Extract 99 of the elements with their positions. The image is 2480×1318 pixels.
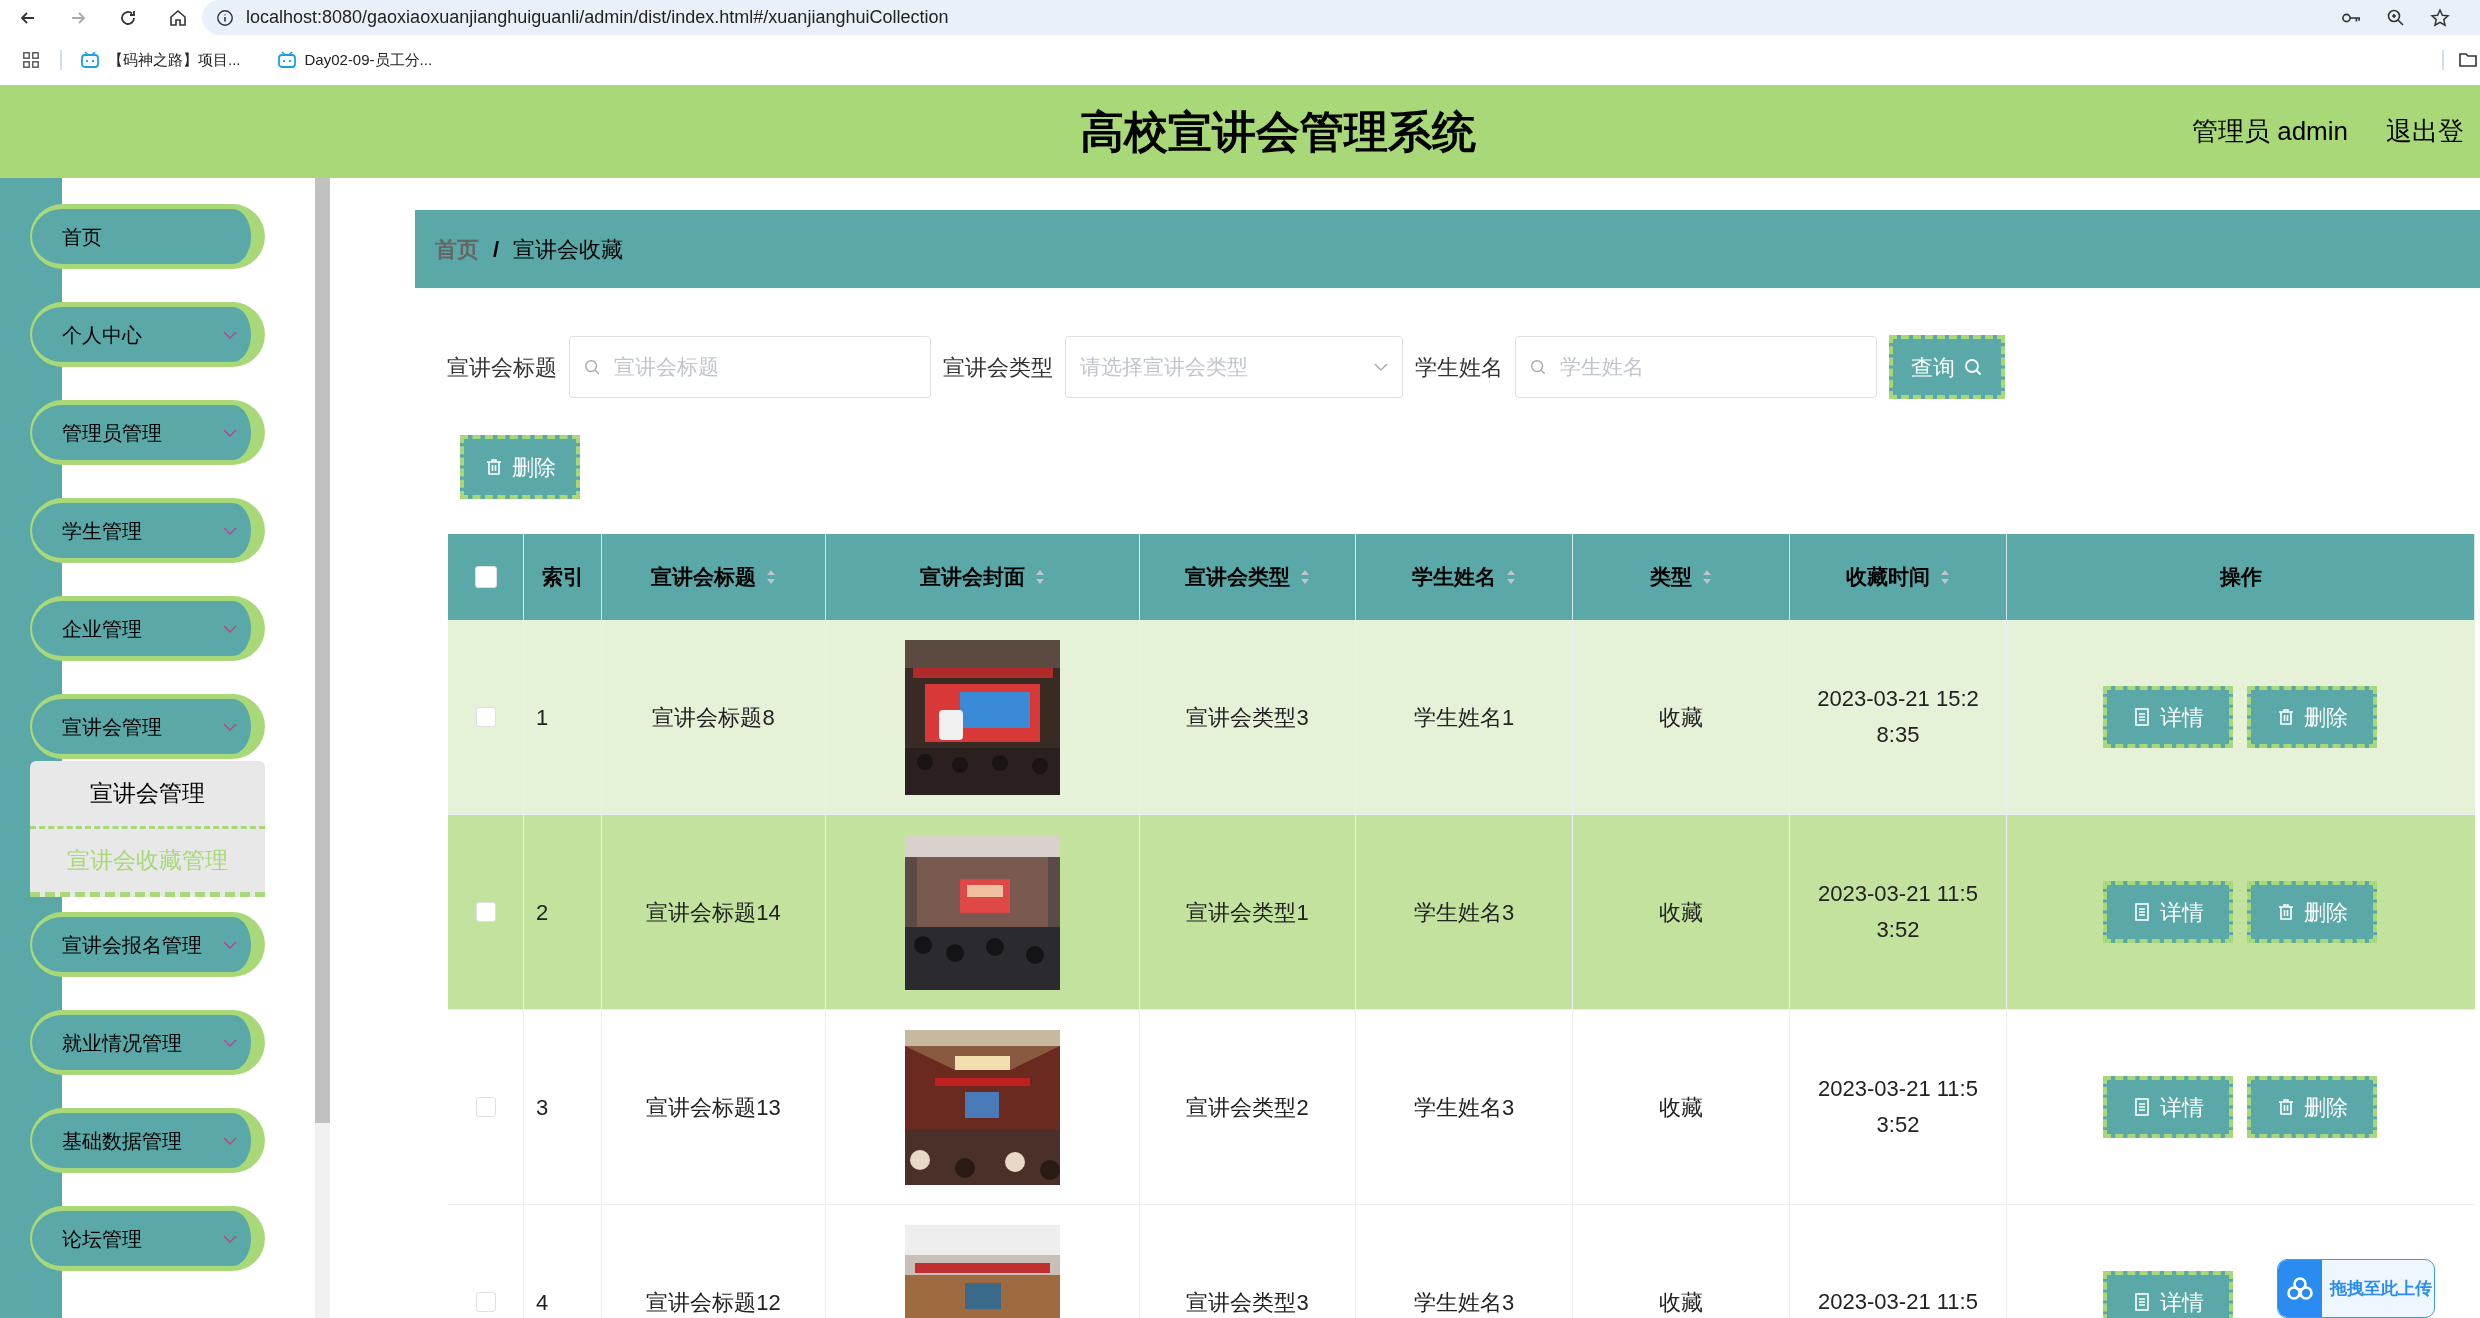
table-cell-text: 收藏 [1659, 898, 1703, 927]
table-cell-text: 2023-03-21 11:53:52 [1817, 880, 1979, 944]
breadcrumb-separator: / [493, 235, 500, 264]
table-cell-text: 2023-03-21 11:5 [1817, 1288, 1979, 1316]
tv-icon [80, 50, 100, 70]
chevron-icon [223, 940, 237, 949]
chevron-icon [223, 1136, 237, 1145]
menu-item[interactable]: 宣讲会报名管理 [30, 912, 265, 977]
table-cell-text: 宣讲会类型2 [1186, 1093, 1309, 1122]
checkbox[interactable] [474, 566, 497, 588]
table-cell-text: 收藏 [1659, 703, 1703, 732]
document-icon [2132, 902, 2152, 922]
column-header[interactable]: 类型 [1650, 561, 1692, 593]
logout-link[interactable]: 退出登 [2386, 112, 2480, 151]
table-cell-text: 2023-03-21 11:53:52 [1817, 1075, 1979, 1139]
menu-item[interactable]: 首页 [30, 204, 265, 269]
bookmark[interactable]: 【码神之路】项目... [80, 48, 241, 72]
chevron-icon [223, 526, 237, 535]
checkbox[interactable] [475, 1097, 496, 1117]
table-cell-text: 宣讲会类型1 [1186, 898, 1309, 927]
table-cell-text: 宣讲会类型3 [1186, 703, 1309, 732]
table-cell-text: 学生姓名3 [1413, 898, 1515, 927]
star-icon[interactable] [2430, 7, 2450, 28]
chevron-icon [223, 1038, 237, 1047]
table-cell-text: 宣讲会标题12 [646, 1288, 781, 1317]
zoom-icon[interactable] [2386, 7, 2406, 28]
column-header[interactable]: 宣讲会封面 [920, 561, 1025, 593]
sort-icon[interactable] [1506, 569, 1516, 585]
field-label: 宣讲会标题 [447, 353, 557, 382]
table-cell-text: 宣讲会标题14 [646, 898, 781, 927]
menu-item[interactable]: 就业情况管理 [30, 1010, 265, 1075]
scrollbar-thumb[interactable] [315, 178, 330, 1123]
table-cell-text: 宣讲会标题8 [652, 703, 775, 732]
menu-item[interactable]: 宣讲会管理 [30, 694, 265, 759]
trash-icon [2276, 707, 2296, 727]
menu-item[interactable]: 企业管理 [30, 596, 265, 661]
table-cell-text: 2023-03-21 15:28:35 [1816, 685, 1980, 749]
trash-icon [484, 457, 504, 477]
home-icon[interactable] [168, 7, 188, 28]
column-header[interactable]: 收藏时间 [1846, 561, 1930, 593]
user-name: 管理员 admin [2191, 115, 2348, 148]
column-header: 操作 [2219, 564, 2262, 591]
table-cell-text: 收藏 [1659, 1093, 1703, 1122]
chevron-icon [1374, 363, 1388, 371]
checkbox[interactable] [475, 1292, 496, 1312]
search-icon [1963, 357, 1983, 377]
field-label: 学生姓名 [1415, 353, 1503, 382]
folder-icon[interactable] [2458, 50, 2478, 70]
table-cell-text: 学生姓名1 [1413, 703, 1515, 732]
table-cell-text: 宣讲会标题13 [646, 1093, 781, 1122]
column-header: 索引 [541, 564, 584, 591]
sort-icon[interactable] [1035, 569, 1045, 585]
table-cell-text: 宣讲会类型3 [1186, 1288, 1309, 1317]
table-cell-text: 1 [536, 703, 549, 732]
sort-icon[interactable] [1702, 569, 1712, 585]
menu-item[interactable]: 基础数据管理 [30, 1108, 265, 1173]
breadcrumb-item: 宣讲会收藏 [513, 235, 624, 264]
submenu-item[interactable]: 宣讲会管理 [30, 761, 265, 829]
app-title: 高校宣讲会管理系统 [1080, 105, 1476, 158]
search-field[interactable]: 学生姓名 [1515, 336, 1877, 398]
document-icon [2132, 707, 2152, 727]
column-header[interactable]: 学生姓名 [1412, 561, 1496, 593]
info-icon[interactable] [216, 8, 234, 27]
search-field[interactable]: 宣讲会标题 [569, 336, 931, 398]
upload-label: 拖拽至此上传 [2330, 1277, 2432, 1300]
table-cell-text: 4 [536, 1288, 549, 1317]
document-icon [2132, 1097, 2152, 1117]
tv-icon [276, 50, 297, 70]
chevron-icon [223, 722, 237, 731]
document-icon [2132, 1292, 2152, 1312]
menu-item[interactable]: 论坛管理 [30, 1206, 265, 1271]
bookmark[interactable]: Day02-09-员工分... [276, 48, 433, 72]
column-header[interactable]: 宣讲会类型 [1185, 561, 1290, 593]
sort-icon[interactable] [766, 569, 776, 585]
trash-icon [2276, 902, 2296, 922]
address-bar[interactable]: localhost:8080/gaoxiaoxuanjianghuiguanli/admin/dist/index.html#/xuanjianghuiCollection [202, 0, 2480, 35]
table-cell-text: 学生姓名3 [1413, 1093, 1515, 1122]
search-icon [583, 358, 601, 376]
table-cell-text: 收藏 [1659, 1288, 1703, 1317]
table-cell-text: 学生姓名3 [1413, 1288, 1515, 1317]
apps-icon[interactable] [22, 51, 40, 69]
table-cell-text: 3 [536, 1093, 549, 1122]
checkbox[interactable] [475, 902, 496, 922]
sort-icon[interactable] [1940, 569, 1950, 585]
trash-icon [2276, 1097, 2296, 1117]
column-header[interactable]: 宣讲会标题 [651, 561, 756, 593]
checkbox[interactable] [475, 707, 496, 727]
chevron-icon [223, 428, 237, 437]
chevron-icon [223, 624, 237, 633]
chevron-icon [223, 330, 237, 339]
menu-item[interactable]: 学生管理 [30, 498, 265, 563]
sort-icon[interactable] [1300, 569, 1310, 585]
url-text: localhost:8080/gaoxiaoxuanjianghuiguanli/admin/dist/index.html#/xuanjianghuiCollection [246, 6, 949, 29]
menu-item[interactable]: 管理员管理 [30, 400, 265, 465]
table-cell-text: 2 [536, 898, 549, 927]
chevron-icon [223, 1234, 237, 1243]
field-label: 宣讲会类型 [943, 353, 1053, 382]
menu-item[interactable]: 个人中心 [30, 302, 265, 367]
search-icon [1529, 358, 1547, 376]
